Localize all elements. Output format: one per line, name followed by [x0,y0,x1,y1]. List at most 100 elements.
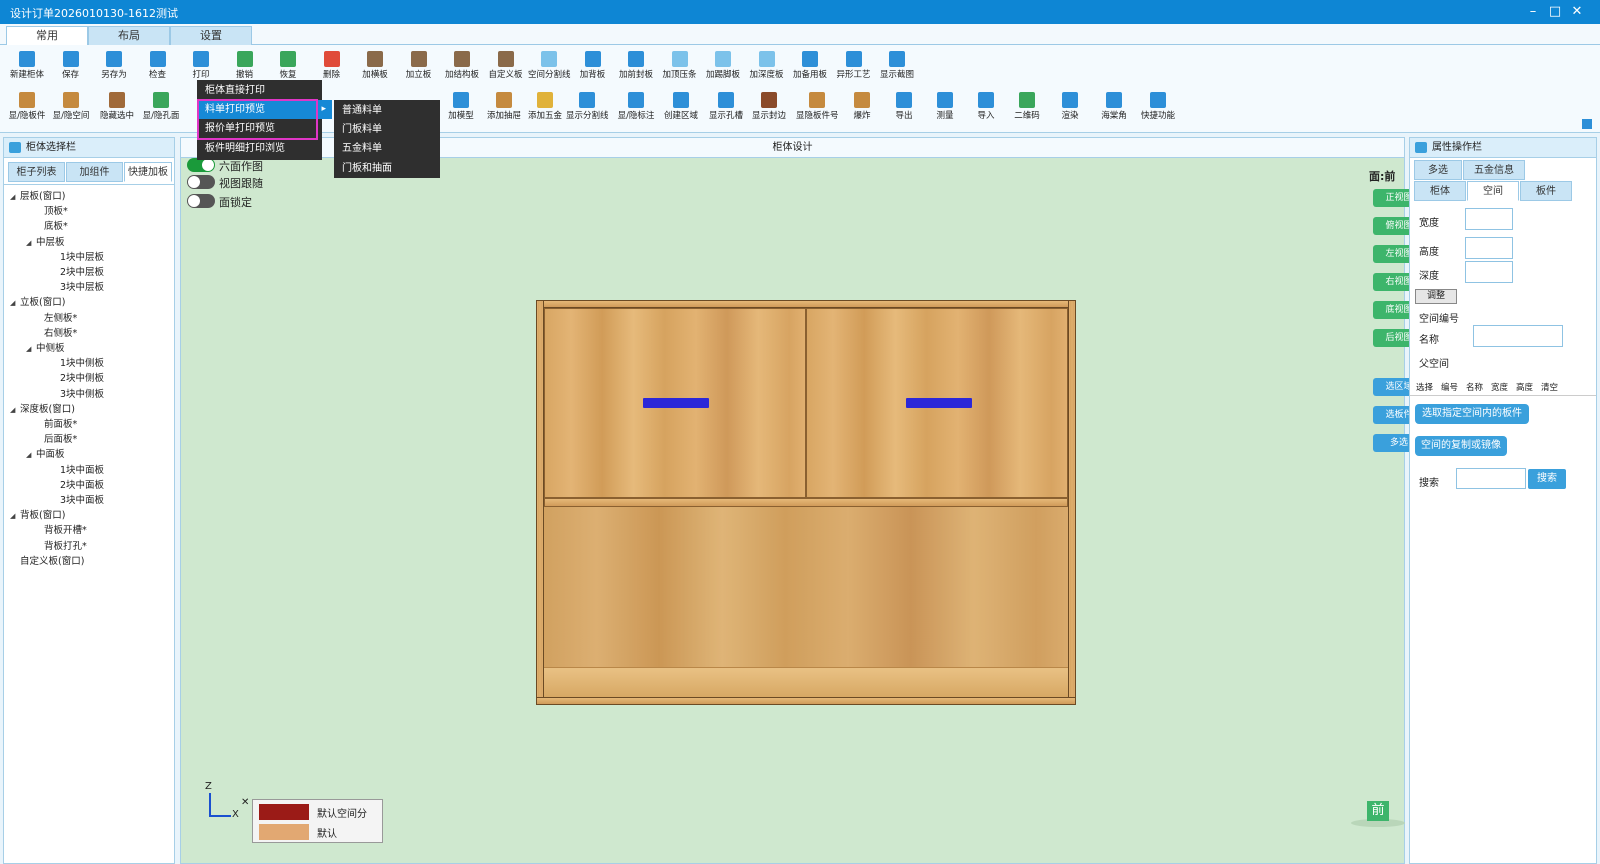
face-lock-toggle[interactable] [187,194,215,208]
toolbar-button[interactable]: 新建柜体 [6,49,48,87]
menu-board-detail-preview[interactable]: 板件明细打印浏览 [197,139,322,158]
name-field[interactable] [1473,325,1563,347]
toolbar-button[interactable]: 添加五金 [524,90,566,128]
height-field[interactable] [1465,237,1513,259]
six-face-toggle[interactable] [187,158,215,172]
search-button[interactable]: 搜索 [1528,469,1566,489]
tab-common[interactable]: 常用 [6,26,88,45]
toolbar-button[interactable]: 显/隐空间 [50,90,92,128]
toolbar-button[interactable]: 快捷功能 [1137,90,1179,128]
toolbar-button[interactable]: 显示截图 [876,49,918,87]
middle-shelf[interactable] [544,498,1068,507]
tree-item[interactable]: ◢ 中层板 [26,234,65,248]
toolbar-button[interactable]: 加模型 [440,90,482,128]
tree-item[interactable]: 后面板* [34,431,77,445]
adjust-button[interactable]: 调整 [1415,289,1457,304]
toolbar-button[interactable]: 空间分割线 [528,49,571,87]
toolbar-button[interactable]: 测量 [924,90,966,128]
toolbar-button[interactable]: 导出 [883,90,925,128]
select-boards-in-space-button[interactable]: 选取指定空间内的板件 [1415,404,1529,424]
right-door-handle[interactable] [906,398,972,408]
tree-item[interactable]: 1块中层板 [50,249,104,263]
toolbar-button[interactable]: 创建区域 [660,90,702,128]
left-door-handle[interactable] [643,398,709,408]
expand-toggle-icon[interactable]: ◢ [10,512,20,520]
tree-item[interactable]: 2块中面板 [50,477,104,491]
expand-toggle-icon[interactable]: ◢ [10,299,20,307]
toolbar-button[interactable]: 加立板 [398,49,440,87]
front-view-badge[interactable]: 前 [1351,799,1405,827]
tree-item[interactable]: 右侧板* [34,325,77,339]
tree-item[interactable]: ◢ 层板(窗口) [10,188,65,202]
tab-space[interactable]: 空间 [1467,181,1519,201]
tree-item[interactable]: 2块中侧板 [50,370,104,384]
expand-toggle-icon[interactable]: ◢ [26,451,36,459]
toolbar-button[interactable]: 加顶压条 [659,49,701,87]
tab-cabinet-list[interactable]: 柜子列表 [8,162,65,182]
toolbar-button[interactable]: 检查 [137,49,179,87]
width-field[interactable] [1465,208,1513,230]
axis-close-icon[interactable]: ✕ [241,797,249,808]
search-input[interactable] [1456,468,1526,489]
toolbar-button[interactable]: 加背板 [572,49,614,87]
toolbar-button[interactable]: 加踢脚板 [702,49,744,87]
tree-item[interactable]: 3块中侧板 [50,386,104,400]
toolbar-button[interactable]: 显隐板件号 [796,90,839,128]
toolbar-button[interactable]: 添加抽屉 [483,90,525,128]
expand-toggle-icon[interactable]: ◢ [26,239,36,247]
toolbar-button[interactable]: 导入 [965,90,1007,128]
back-board[interactable] [544,507,1068,667]
view-follow-toggle[interactable] [187,175,215,189]
tree-item[interactable]: ◢ 中面板 [26,446,65,460]
tab-quick-add-board[interactable]: 快捷加板 [124,162,172,182]
toolbar-button[interactable]: 自定义板 [485,49,527,87]
toolbar-button[interactable]: 加结构板 [441,49,483,87]
tree-item[interactable]: 背板开槽* [34,522,87,536]
tree-item[interactable]: 自定义板(窗口) [10,553,84,567]
tree-item[interactable]: 顶板* [34,203,68,217]
tree-item[interactable]: 2块中层板 [50,264,104,278]
toolbar-button[interactable]: 爆炸 [841,90,883,128]
toolbar-button[interactable]: 隐藏选中 [96,90,138,128]
toolbar-button[interactable]: 异形工艺 [833,49,875,87]
tree-item[interactable]: ◢ 背板(窗口) [10,507,65,521]
tree-item[interactable]: 前面板* [34,416,77,430]
bottom-edge[interactable] [536,697,1076,705]
toolbar-button[interactable]: 显示分割线 [566,90,609,128]
toolbar-button[interactable]: 显/隐孔面 [140,90,182,128]
tab-hardware-info[interactable]: 五金信息 [1463,160,1525,180]
toolbar-button[interactable]: 加前封板 [615,49,657,87]
tree-item[interactable]: ◢ 中侧板 [26,340,65,354]
toolbar-button[interactable]: 二维码 [1006,90,1048,128]
submenu-door-drawer-front[interactable]: 门板和抽面 [334,159,440,178]
toolbar-button[interactable]: 显/隐标注 [615,90,657,128]
minimize-button[interactable]: – [1522,2,1544,22]
depth-field[interactable] [1465,261,1513,283]
tab-layout[interactable]: 布局 [88,26,170,45]
tab-add-component[interactable]: 加组件 [66,162,123,182]
toolbar-button[interactable]: 另存为 [93,49,135,87]
tree-item[interactable]: 3块中面板 [50,492,104,506]
tree-item[interactable]: 1块中面板 [50,462,104,476]
submenu-door-cutlist[interactable]: 门板料单 [334,120,440,139]
toolbar-button[interactable]: 显/隐板件 [6,90,48,128]
copy-mirror-space-button[interactable]: 空间的复制或镜像 [1415,436,1507,456]
maximize-button[interactable]: □ [1544,2,1566,22]
tree-item[interactable]: 3块中层板 [50,279,104,293]
toolbar-button[interactable]: 海棠角 [1093,90,1135,128]
toolbar-button[interactable]: 渲染 [1049,90,1091,128]
menu-direct-print[interactable]: 柜体直接打印 [197,81,322,100]
tree-item[interactable]: 左侧板* [34,310,77,324]
toolbar-button[interactable]: 显示孔槽 [705,90,747,128]
tree-item[interactable]: 底板* [34,218,68,232]
tree-item[interactable]: 1块中侧板 [50,355,104,369]
tab-board[interactable]: 板件 [1520,181,1572,201]
tab-multi-select[interactable]: 多选 [1414,160,1462,180]
toolbar-button[interactable]: 显示封边 [748,90,790,128]
toolbar-button[interactable]: 加深度板 [746,49,788,87]
top-board[interactable] [536,300,1076,308]
grid-icon[interactable] [1582,119,1592,129]
toolbar-button[interactable]: 加横板 [354,49,396,87]
cabinet-model[interactable] [536,300,1076,705]
expand-toggle-icon[interactable]: ◢ [10,406,20,414]
